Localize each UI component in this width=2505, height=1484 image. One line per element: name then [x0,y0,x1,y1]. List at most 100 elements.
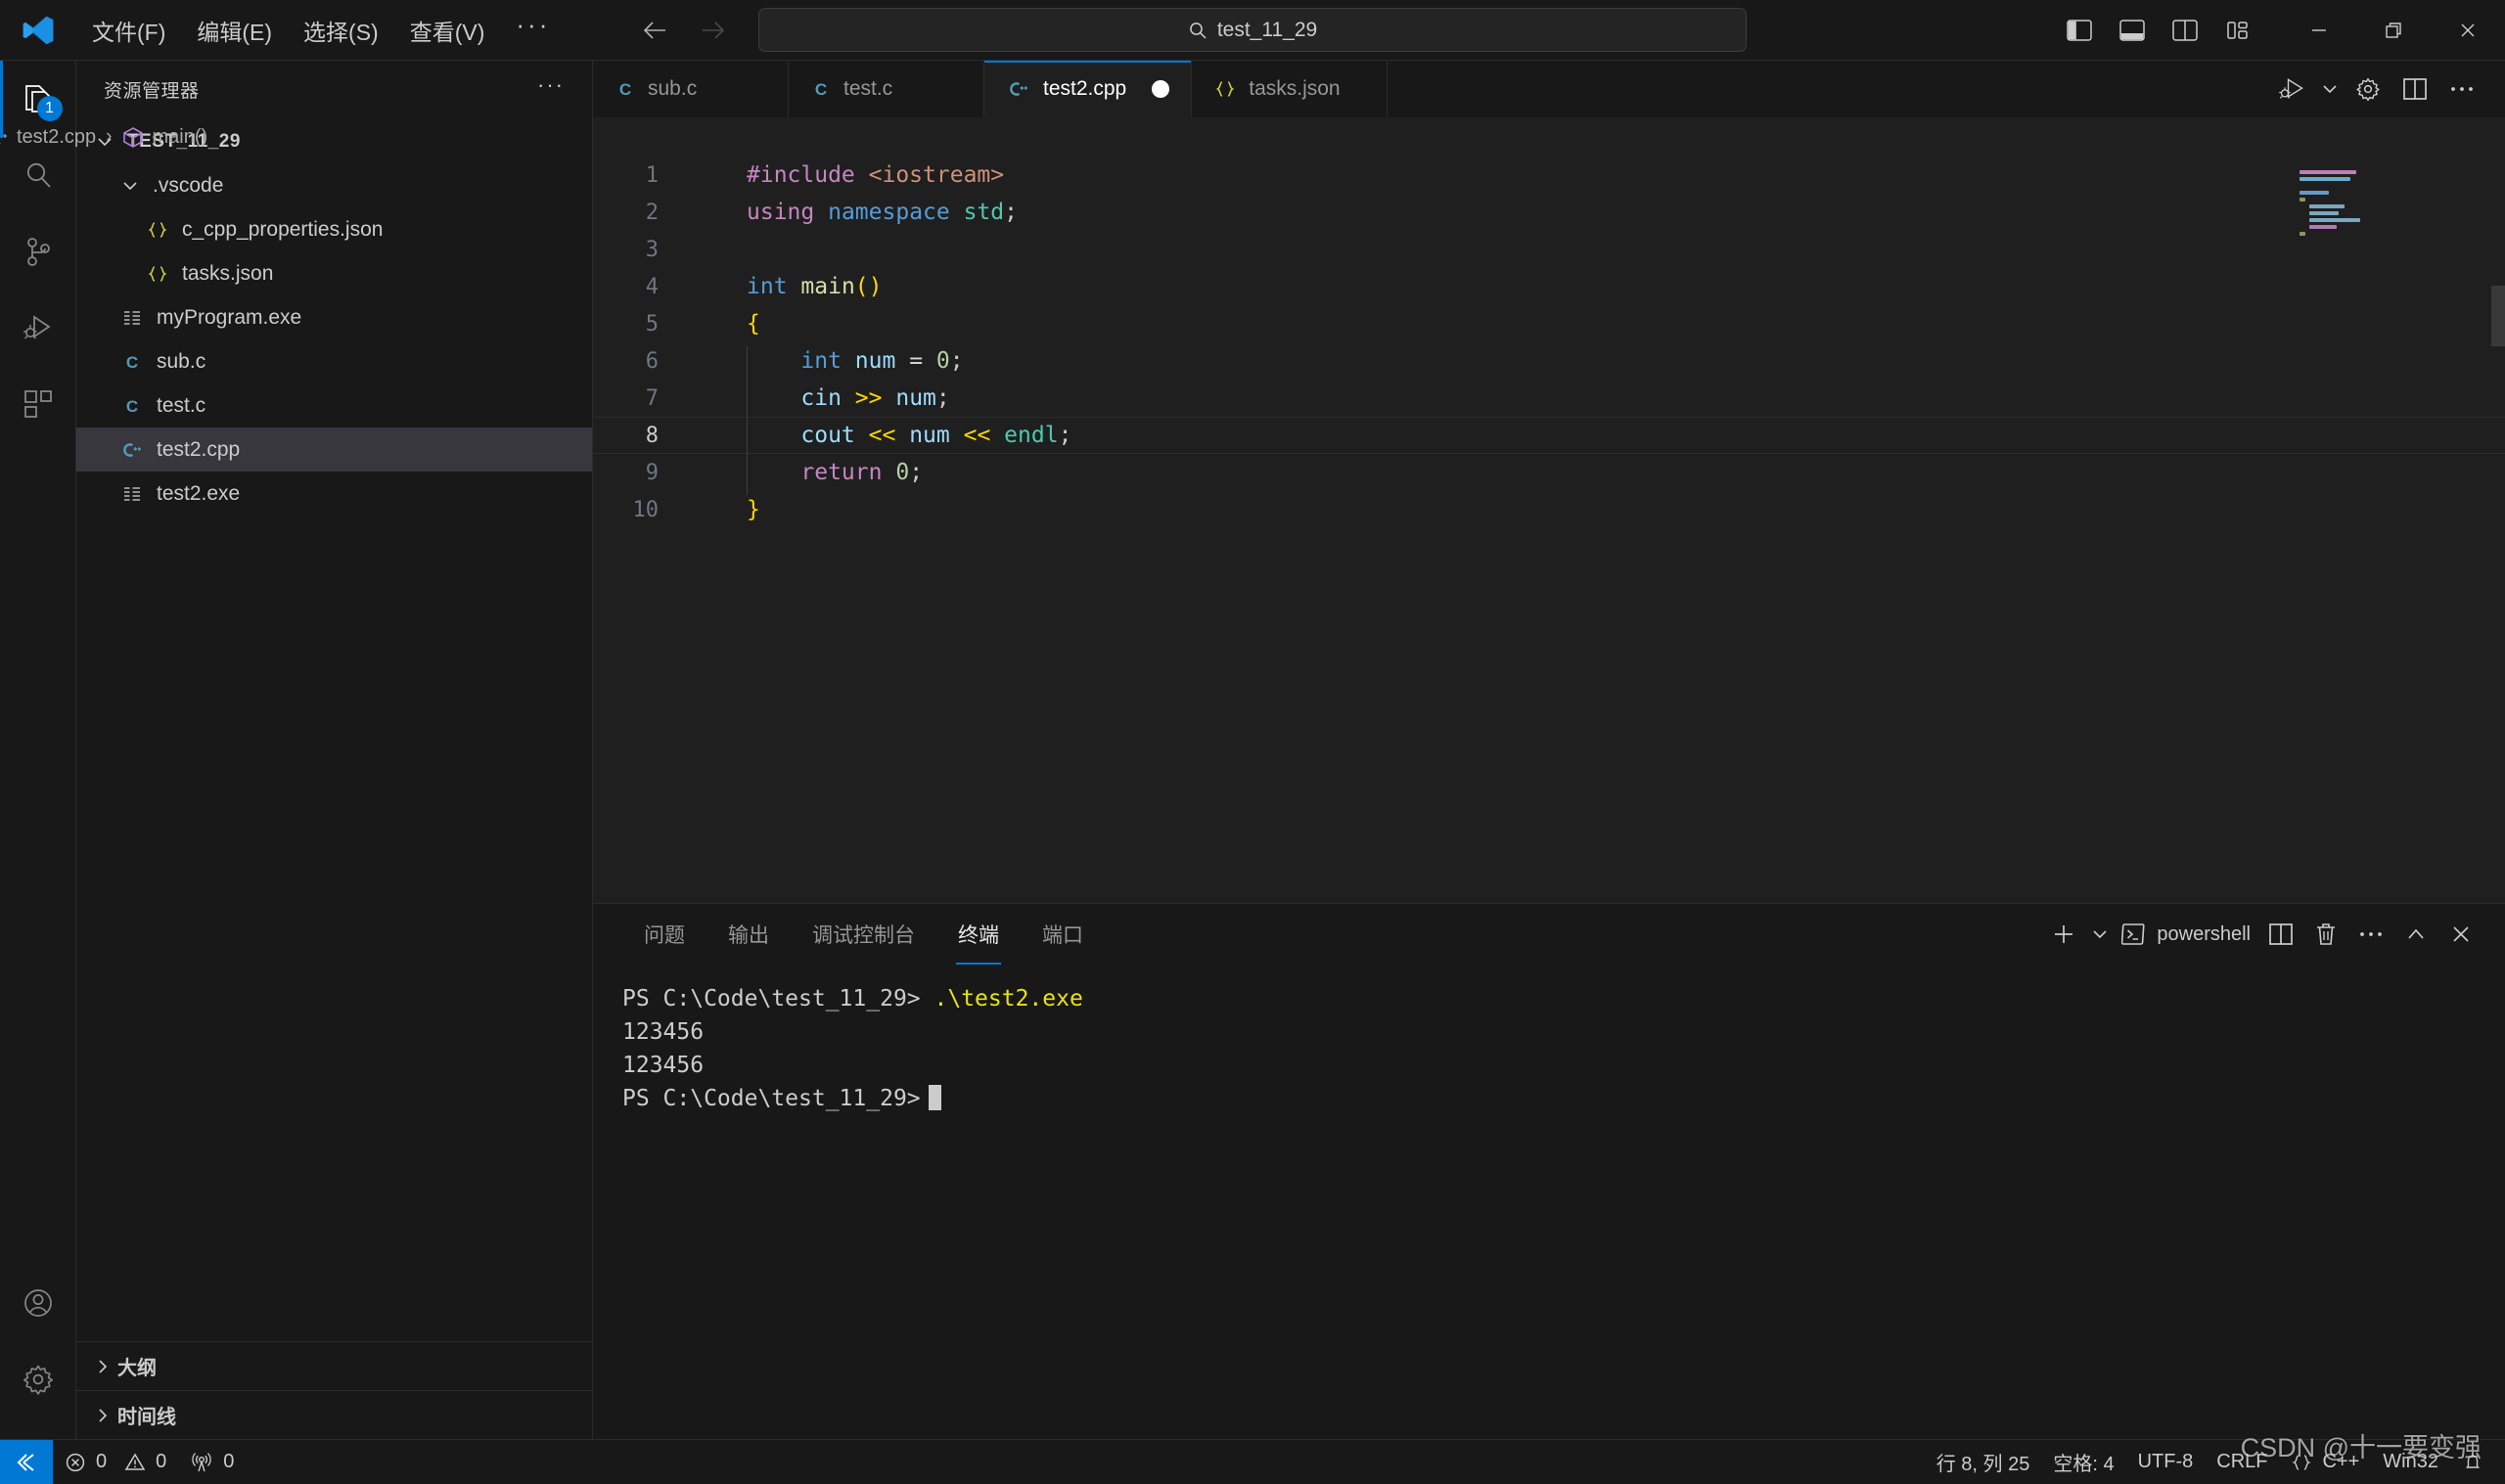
line-number: 3 [645,237,659,262]
activity-run-and-debug[interactable] [0,290,76,366]
menu-selection[interactable]: 选择(S) [288,8,394,53]
notifications-bell[interactable] [2450,1440,2495,1484]
activity-explorer[interactable]: 1 [0,61,76,137]
go-back-icon[interactable] [642,20,667,41]
line-number: 2 [645,200,659,225]
svg-text:C: C [126,397,138,416]
split-editor-icon [2403,78,2427,100]
breadcrumb-symbol[interactable]: main() [122,126,207,149]
minimap[interactable] [2300,170,2390,248]
terminal-output[interactable]: PS C:\Code\test_11_29> .\test2.exe 123456… [593,965,2505,1439]
tab-dirty-indicator[interactable] [1152,80,1170,98]
code-line-8[interactable]: 8 cout << num << endl; [593,417,2505,454]
code-line-3[interactable]: 3 [593,231,2505,268]
code-line-5[interactable]: 5{ [593,305,2505,342]
line-number: 7 [645,385,659,411]
minimize-button[interactable] [2282,0,2356,61]
problems-status[interactable]: 0 0 [53,1440,178,1484]
c-icon: C [810,78,832,100]
minimap-line-7 [2309,211,2339,215]
panel-tab-1[interactable]: 输出 [706,904,791,965]
customize-layout-button[interactable] [2211,8,2264,53]
code-line-7[interactable]: 7 cin >> num; [593,380,2505,417]
editor-scrollbar[interactable] [2491,286,2505,346]
code-line-6[interactable]: 6 int num = 0; [593,342,2505,380]
run-dropdown-button[interactable] [2315,66,2345,112]
tree-file-sub.c[interactable]: Csub.c [76,339,592,383]
menu-more-button[interactable]: ··· [500,8,566,52]
activity-extensions[interactable] [0,366,76,442]
editor-tab-test2.cpp[interactable]: test2.cpp [984,61,1193,117]
toggle-secondary-sidebar-button[interactable] [2159,8,2211,53]
maximize-panel-button[interactable] [2393,912,2438,957]
close-icon [2453,926,2469,942]
editor-more-actions-button[interactable] [2438,66,2485,112]
bottom-panel: 问题 输出 调试控制台 终端 端口 powershell PS C:\Code\… [593,903,2505,1439]
gear-icon [2356,77,2380,102]
eol-status[interactable]: CRLF [2205,1440,2279,1484]
code-line-text: { [747,311,760,337]
editor-tab-tasks.json[interactable]: tasks.json [1192,61,1389,117]
new-terminal-dropdown[interactable] [2086,912,2114,957]
title-bar: 文件(F) 编辑(E) 选择(S) 查看(V) ··· test_11_29 [0,0,2505,61]
split-editor-button[interactable] [2391,66,2438,112]
close-panel-button[interactable] [2438,912,2483,957]
split-terminal-button[interactable] [2258,912,2303,957]
menu-file[interactable]: 文件(F) [76,8,181,53]
code-line-1[interactable]: 1 #include <iostream> [593,157,2505,194]
activity-source-control[interactable] [0,213,76,290]
editor-settings-button[interactable] [2345,66,2391,112]
panel-tab-2[interactable]: 调试控制台 [791,904,936,965]
terminal-icon [2121,923,2145,945]
close-window-button[interactable] [2431,0,2505,61]
activity-search[interactable] [0,137,76,213]
tree-file-test2.cpp[interactable]: test2.cpp [76,427,592,472]
run-or-debug-button[interactable] [2268,66,2315,112]
panel-tab-0[interactable]: 问题 [622,904,706,965]
tree-file-tasks.json[interactable]: tasks.json [76,251,592,295]
timeline-section[interactable]: 时间线 [76,1390,592,1439]
code-line-2[interactable]: 2 using namespace std; [593,194,2505,231]
activity-manage-settings[interactable] [0,1341,76,1417]
chevron-down-icon[interactable] [115,177,145,195]
tree-folder-vscode[interactable]: .vscode [76,163,592,207]
go-forward-icon[interactable] [701,20,726,41]
code-line-9[interactable]: 9 return 0; [593,454,2505,491]
panel-tab-4[interactable]: 端口 [1021,904,1105,965]
encoding-status[interactable]: UTF-8 [2126,1440,2206,1484]
active-terminal-label[interactable]: powershell [2114,912,2258,957]
language-mode-status[interactable]: C++ [2279,1440,2371,1484]
split-terminal-icon [2269,923,2293,945]
toggle-primary-sidebar-button[interactable] [2053,8,2106,53]
restore-button[interactable] [2356,0,2431,61]
panel-tab-3[interactable]: 终端 [936,904,1021,965]
tree-file-test.c[interactable]: Ctest.c [76,383,592,427]
tree-file-myProgram.exe[interactable]: myProgram.exe [76,295,592,339]
tree-file-c_cpp_properties.json[interactable]: c_cpp_properties.json [76,207,592,251]
explorer-more-actions[interactable]: ··· [527,70,574,108]
cpp-icon [115,439,149,461]
tree-file-test2.exe[interactable]: test2.exe [76,472,592,516]
indentation-status[interactable]: 空格: 4 [2041,1440,2125,1484]
ellipsis-icon [2360,932,2382,936]
code-line-text: cin >> num; [800,385,950,411]
menu-edit[interactable]: 编辑(E) [181,8,288,53]
platform-status[interactable]: Win32 [2371,1440,2450,1484]
editor-tab-test.c[interactable]: Ctest.c [789,61,984,117]
kill-terminal-button[interactable] [2303,912,2348,957]
code-line-10[interactable]: 10} [593,491,2505,528]
code-editor[interactable]: 1 #include <iostream> 2 using namespace std… [593,157,2505,903]
code-line-4[interactable]: 4 int main() [593,268,2505,305]
editor-tab-sub.c[interactable]: Csub.c [593,61,789,117]
toggle-panel-button[interactable] [2106,8,2159,53]
plus-icon [2055,925,2073,943]
activity-accounts[interactable] [0,1265,76,1341]
ports-status[interactable]: 0 [178,1440,246,1484]
menu-view[interactable]: 查看(V) [394,8,501,53]
command-center-search[interactable]: test_11_29 [758,8,1747,52]
cursor-position-status[interactable]: 行 8, 列 25 [1925,1440,2042,1484]
remote-indicator[interactable] [0,1439,53,1484]
outline-section[interactable]: 大纲 [76,1341,592,1390]
new-terminal-button[interactable] [2041,912,2086,957]
panel-more-actions-button[interactable] [2348,912,2393,957]
